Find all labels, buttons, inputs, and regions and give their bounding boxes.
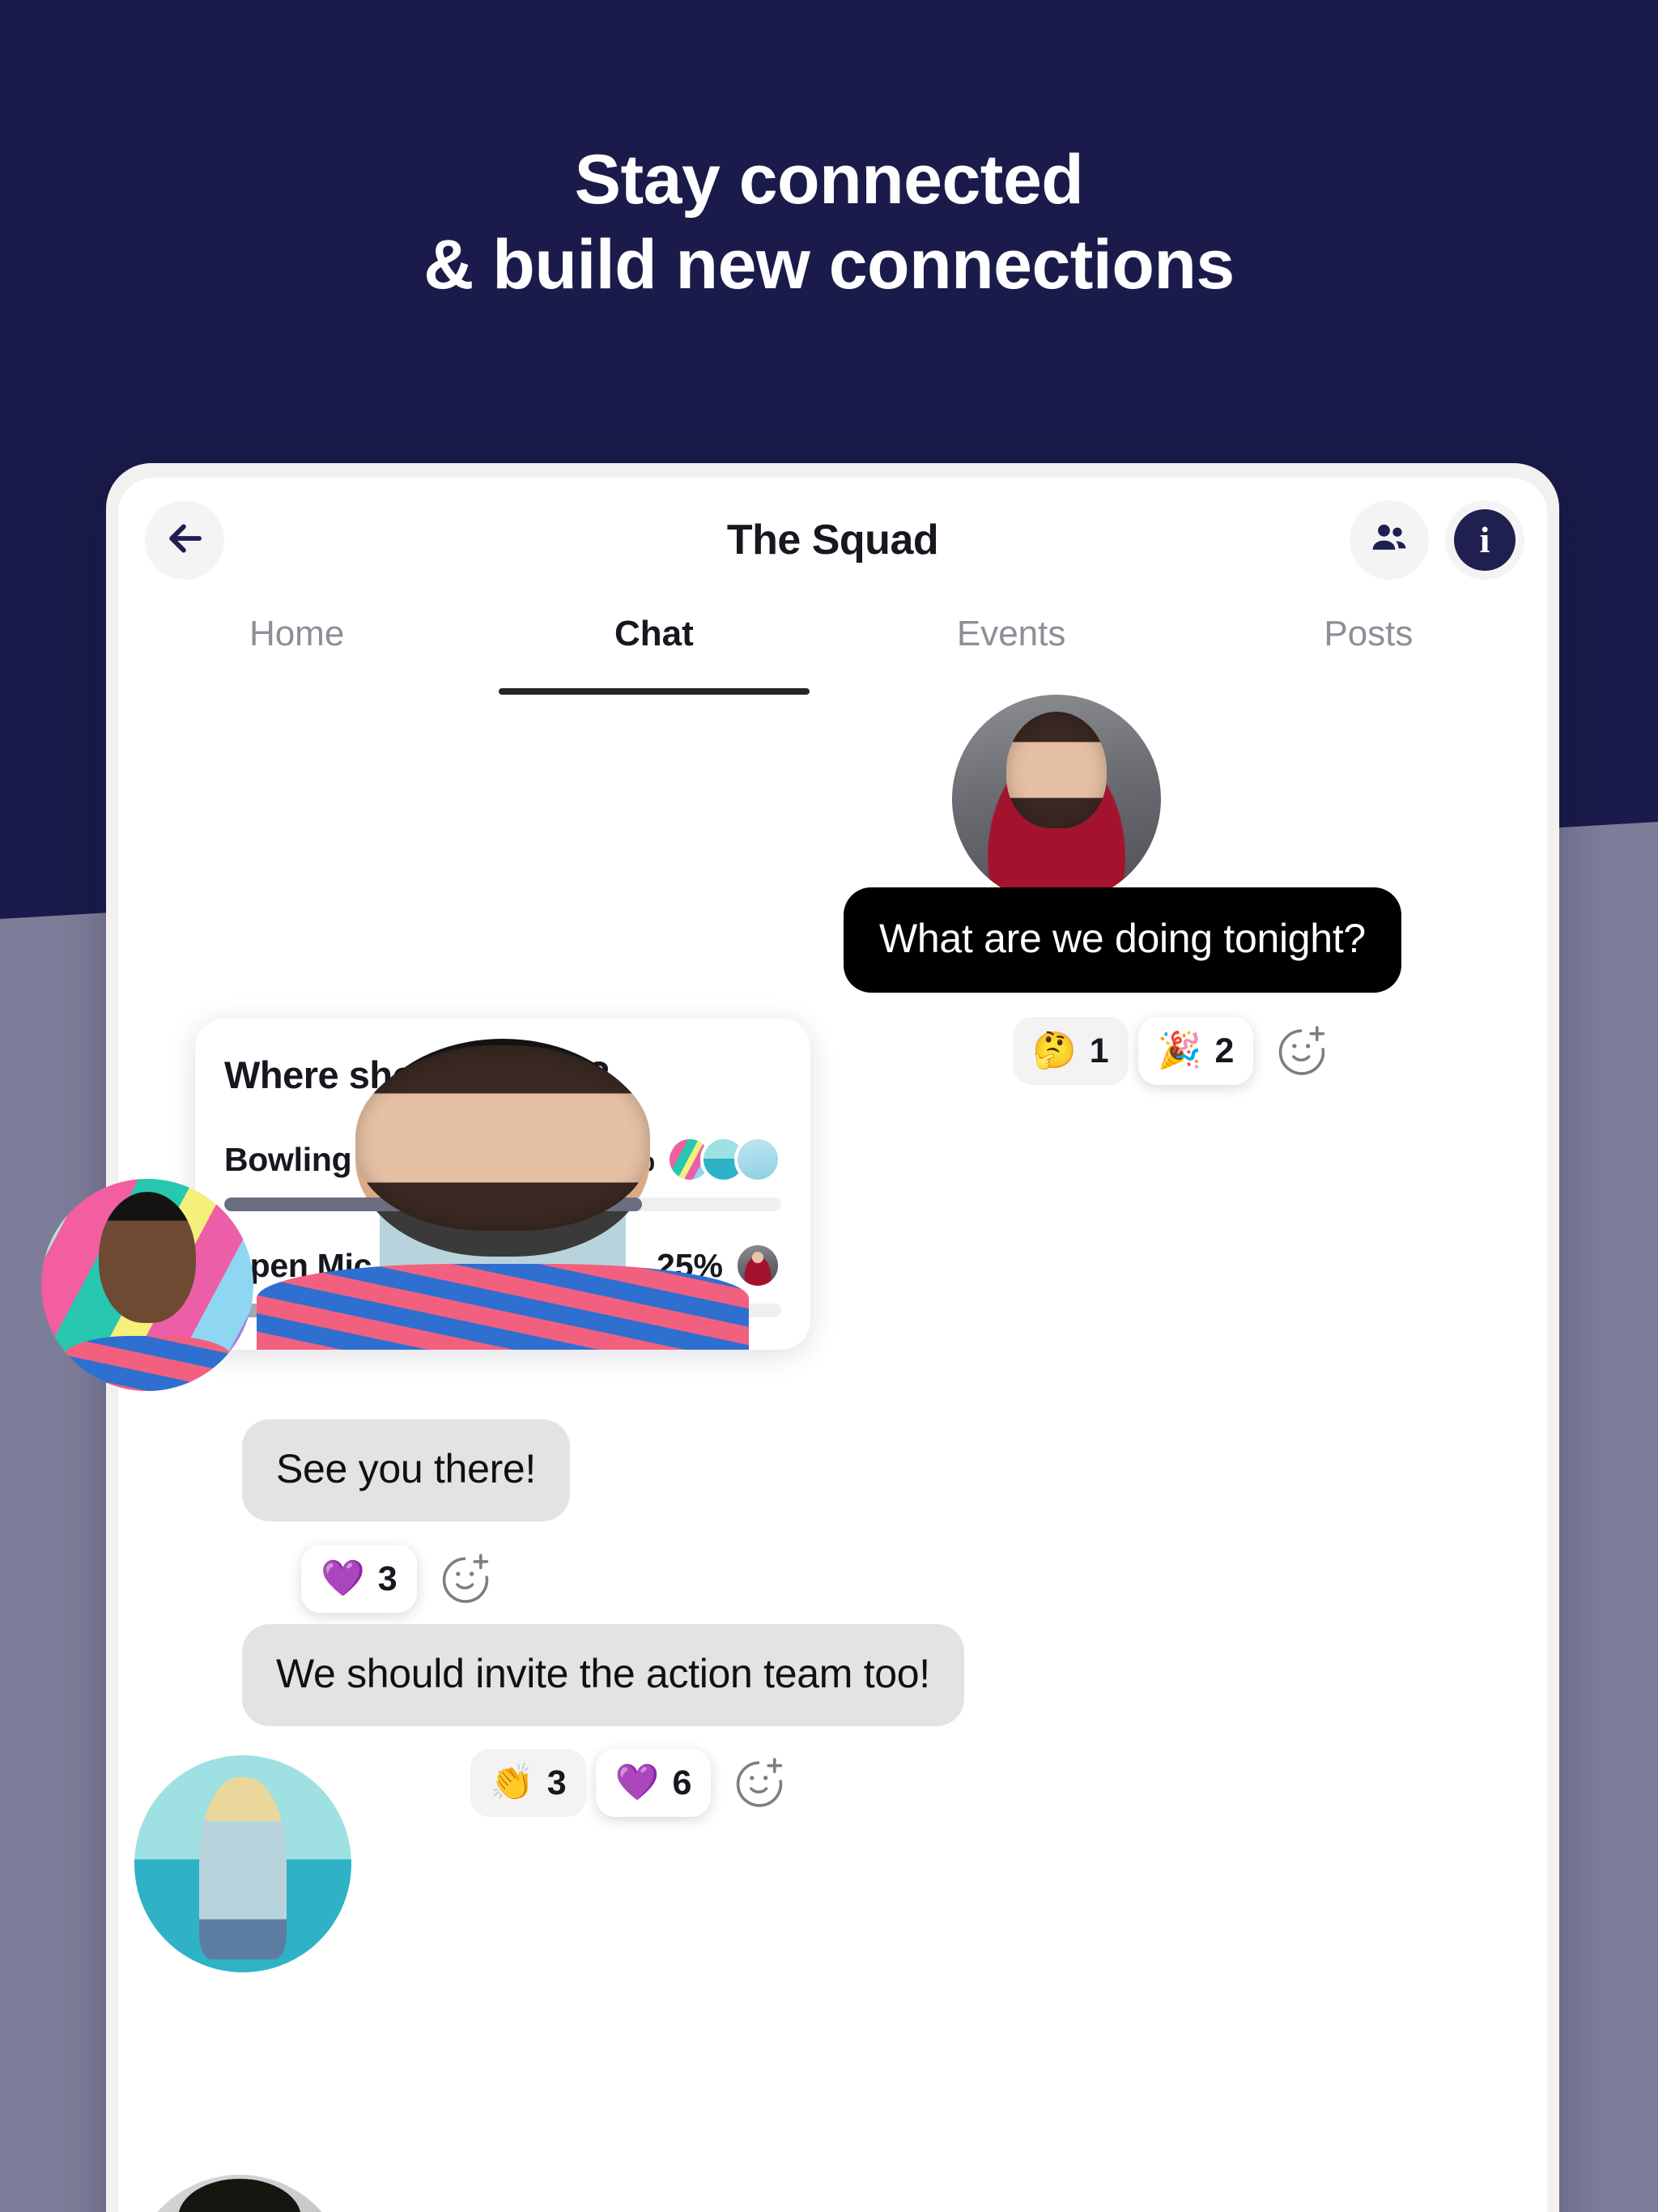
tab-events[interactable]: Events [833, 599, 1190, 695]
poll-voter-avatars [666, 1136, 781, 1183]
tab-posts[interactable]: Posts [1190, 599, 1547, 695]
avatar[interactable] [134, 1755, 351, 1972]
headline-line-1: Stay connected [574, 141, 1084, 219]
page-title: The Squad [726, 517, 939, 564]
tab-events-label: Events [956, 614, 1066, 653]
members-button[interactable] [1350, 500, 1429, 580]
add-reaction-icon [439, 1552, 492, 1606]
chat-thread: What are we doing tonight? 🤔 1 🎉 2 Where… [41, 695, 1547, 2212]
reaction-count: 3 [546, 1763, 567, 1802]
tab-home-label: Home [249, 614, 345, 653]
avatar[interactable] [130, 2175, 349, 2212]
reaction-bar: 🤔 1 🎉 2 [1013, 1017, 1336, 1085]
reaction-pill[interactable]: 🎉 2 [1137, 1017, 1254, 1085]
add-reaction-button[interactable] [432, 1545, 500, 1613]
voter-avatar [734, 1136, 781, 1183]
message-bubble[interactable]: See you there! [242, 1419, 571, 1521]
info-glyph: i [1479, 519, 1490, 560]
add-reaction-button[interactable] [725, 1749, 793, 1817]
reaction-count: 3 [377, 1559, 397, 1598]
tab-bar: Home Chat Events Posts [118, 599, 1547, 695]
app-header: The Squad i [118, 478, 1547, 599]
headline-line-2: & build new connections [423, 225, 1235, 304]
tab-posts-label: Posts [1324, 614, 1414, 653]
phone-frame: The Squad i Home Chat Events Posts What … [41, 463, 1559, 2212]
party-popper-icon: 🎉 [1157, 1031, 1202, 1070]
tab-chat[interactable]: Chat [475, 599, 832, 695]
purple-heart-icon: 💜 [321, 1559, 365, 1598]
tab-home[interactable]: Home [118, 599, 475, 695]
reaction-pill[interactable]: 💜 6 [595, 1749, 712, 1817]
tab-chat-label: Chat [614, 614, 694, 653]
info-button[interactable]: i [1445, 500, 1524, 580]
purple-heart-icon: 💜 [614, 1763, 660, 1802]
reaction-count: 2 [1214, 1031, 1235, 1070]
message-bubble[interactable]: We should invite the action team too! [242, 1624, 964, 1726]
marketing-headline: Stay connected & build new connections [0, 138, 1658, 308]
add-reaction-button[interactable] [1268, 1017, 1336, 1085]
poll-card[interactable]: Where should we go? Bowling 75% [195, 1019, 810, 1350]
clapping-hands-icon: 👏 [490, 1763, 534, 1802]
reaction-bar: 💜 3 [301, 1545, 500, 1613]
people-icon [1368, 517, 1410, 564]
add-reaction-icon [733, 1756, 786, 1810]
poll-voter-avatars [734, 1242, 781, 1289]
add-reaction-icon [1275, 1024, 1329, 1078]
reaction-count: 1 [1089, 1031, 1109, 1070]
reaction-pill[interactable]: 💜 3 [301, 1545, 417, 1613]
avatar[interactable] [952, 695, 1161, 904]
reaction-pill[interactable]: 👏 3 [470, 1749, 586, 1817]
reaction-bar: 👏 3 💜 6 [470, 1749, 793, 1817]
thinking-face-icon: 🤔 [1032, 1031, 1077, 1070]
app-screen: The Squad i Home Chat Events Posts What … [41, 478, 1547, 2212]
reaction-count: 6 [672, 1763, 692, 1802]
reaction-pill[interactable]: 🤔 1 [1013, 1017, 1129, 1085]
voter-avatar [734, 1242, 781, 1289]
message-bubble[interactable]: What are we doing tonight? [844, 887, 1401, 993]
tab-active-indicator [498, 688, 810, 695]
avatar[interactable] [41, 1179, 253, 1391]
info-icon: i [1454, 509, 1516, 571]
